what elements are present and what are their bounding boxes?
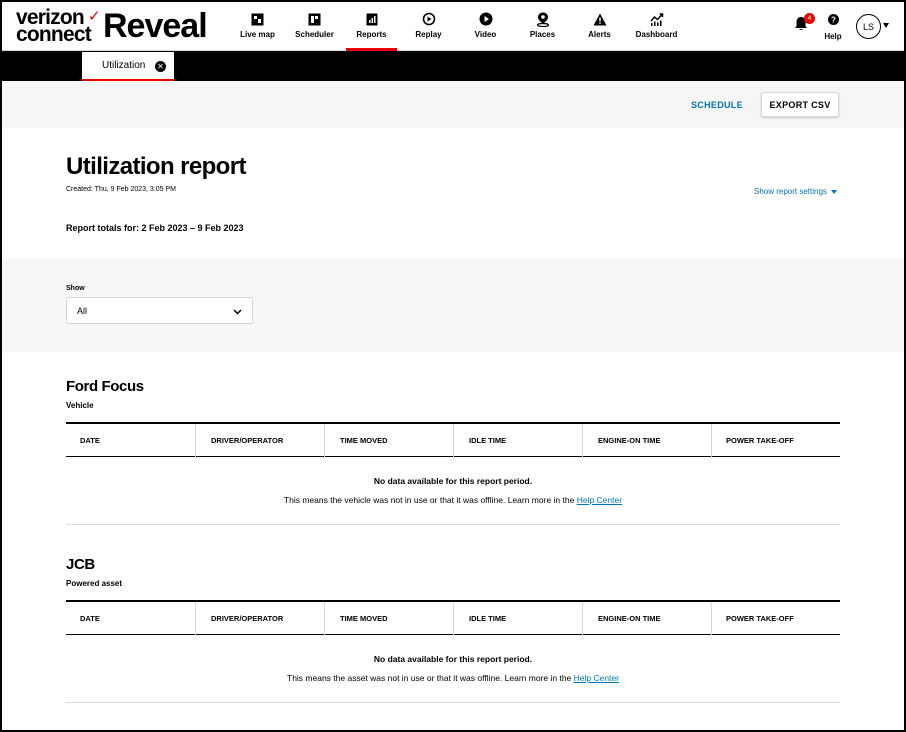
video-icon <box>478 11 494 27</box>
column-header-driver[interactable]: DRIVER/OPERATOR <box>195 424 324 457</box>
show-filter-label: Show <box>66 285 85 292</box>
asset-name: JCB <box>66 556 95 573</box>
notifications-count-badge: 4 <box>804 13 815 24</box>
column-header-time-moved[interactable]: TIME MOVED <box>324 424 453 457</box>
column-header-time-moved[interactable]: TIME MOVED <box>324 602 453 635</box>
column-header-engine-on-time[interactable]: ENGINE-ON TIME <box>582 424 711 457</box>
close-tab-icon[interactable]: ✕ <box>155 61 166 72</box>
user-menu-caret-icon[interactable] <box>883 23 889 28</box>
help-button[interactable]: ? Help <box>821 12 845 41</box>
column-header-date[interactable]: DATE <box>66 602 195 635</box>
svg-text:?: ? <box>831 15 836 24</box>
column-header-date[interactable]: DATE <box>66 424 195 457</box>
tab-utilization[interactable]: Utilization ✕ <box>82 52 174 81</box>
no-data-message: No data available for this report period… <box>66 457 840 525</box>
nav-item-alerts[interactable]: Alerts <box>571 2 628 51</box>
places-icon <box>535 11 551 27</box>
scheduler-icon <box>307 11 323 27</box>
action-bar: SCHEDULE EXPORT CSV <box>2 81 904 128</box>
logo-wordmark: verizon connect <box>16 6 92 46</box>
nav-item-reports[interactable]: Reports <box>343 2 400 51</box>
column-header-driver[interactable]: DRIVER/OPERATOR <box>195 602 324 635</box>
nav-item-replay[interactable]: Replay <box>400 2 457 51</box>
nav-item-places[interactable]: Places <box>514 2 571 51</box>
asset-name: Ford Focus <box>66 378 144 395</box>
report-tab-bar: Utilization ✕ <box>2 51 904 81</box>
created-timestamp: Created: Thu, 9 Feb 2023, 3:05 PM <box>66 186 176 193</box>
column-header-idle-time[interactable]: IDLE TIME <box>453 424 582 457</box>
top-nav: verizon connect ✓ Reveal Live map Schedu… <box>2 2 904 51</box>
user-avatar[interactable]: LS <box>856 14 881 39</box>
show-filter-select[interactable]: All <box>66 297 253 324</box>
column-header-idle-time[interactable]: IDLE TIME <box>453 602 582 635</box>
product-name: Reveal <box>103 7 208 45</box>
asset-section-ford-focus: Ford Focus Vehicle DATE DRIVER/OPERATOR … <box>66 378 840 525</box>
nav-item-live-map[interactable]: Live map <box>229 2 286 51</box>
help-center-link[interactable]: Help Center <box>577 495 622 505</box>
app-window: verizon connect ✓ Reveal Live map Schedu… <box>2 2 904 730</box>
asset-section-jcb: JCB Powered asset DATE DRIVER/OPERATOR T… <box>66 556 840 703</box>
table-header: DATE DRIVER/OPERATOR TIME MOVED IDLE TIM… <box>66 600 840 635</box>
column-header-power-take-off[interactable]: POWER TAKE-OFF <box>711 602 840 635</box>
export-csv-button[interactable]: EXPORT CSV <box>761 92 839 117</box>
replay-icon <box>421 11 437 27</box>
asset-type: Vehicle <box>66 401 94 410</box>
page-title: Utilization report <box>66 153 246 180</box>
nav-item-scheduler[interactable]: Scheduler <box>286 2 343 51</box>
help-center-link[interactable]: Help Center <box>574 673 619 683</box>
column-header-engine-on-time[interactable]: ENGINE-ON TIME <box>582 602 711 635</box>
dashboard-icon <box>649 11 665 27</box>
nav-item-dashboard[interactable]: Dashboard <box>628 2 685 51</box>
table-header: DATE DRIVER/OPERATOR TIME MOVED IDLE TIM… <box>66 422 840 457</box>
reports-icon <box>364 11 380 27</box>
alerts-icon <box>592 11 608 27</box>
help-icon: ? <box>827 12 839 30</box>
show-report-settings-link[interactable]: Show report settings <box>754 187 837 196</box>
schedule-button[interactable]: SCHEDULE <box>691 100 743 110</box>
report-totals: Report totals for: 2 Feb 2023 – 9 Feb 20… <box>66 223 244 233</box>
caret-down-icon <box>830 189 837 194</box>
no-data-message: No data available for this report period… <box>66 635 840 703</box>
asset-type: Powered asset <box>66 579 123 588</box>
nav-item-video[interactable]: Video <box>457 2 514 51</box>
main-nav: Live map Scheduler Reports Replay Video … <box>229 2 685 51</box>
live-map-icon <box>250 11 266 27</box>
chevron-down-icon <box>233 307 242 317</box>
logo-check-icon: ✓ <box>88 8 101 25</box>
column-header-power-take-off[interactable]: POWER TAKE-OFF <box>711 424 840 457</box>
